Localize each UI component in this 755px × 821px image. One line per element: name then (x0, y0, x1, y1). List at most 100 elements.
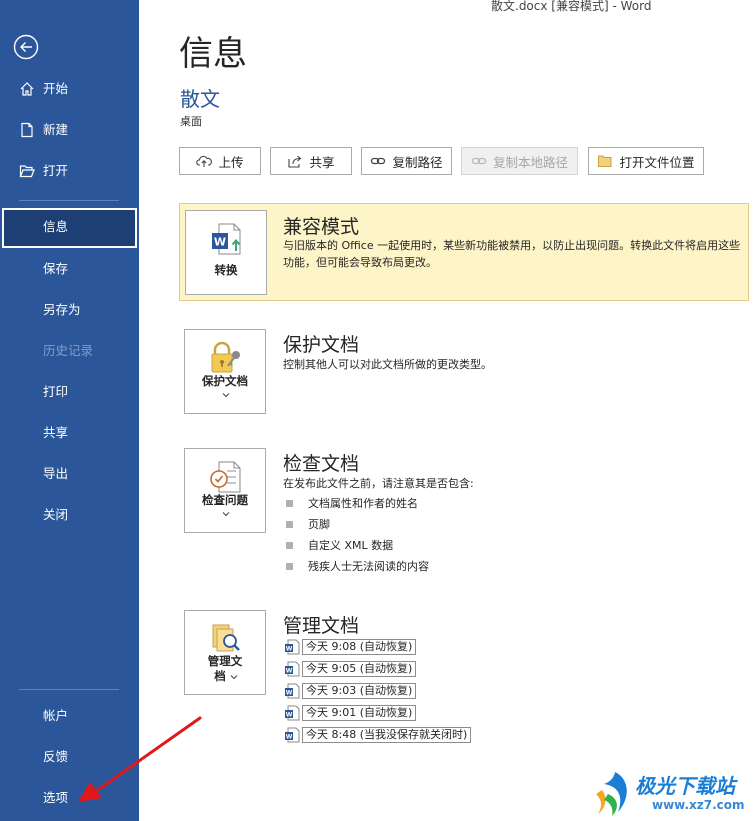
manage-document-button[interactable]: 管理文 档 (184, 610, 266, 695)
share-button[interactable]: 共享 (270, 147, 352, 175)
inspect-item: 文档属性和作者的姓名 (308, 497, 418, 510)
link-icon (371, 157, 386, 165)
sidebar-item-home[interactable]: 开始 (0, 70, 139, 108)
sidebar-item-print[interactable]: 打印 (0, 373, 139, 411)
document-name: 散文 (180, 87, 220, 111)
inspect-description: 在发布此文件之前，请注意其是否包含: (283, 477, 474, 490)
word-document-icon: W (285, 639, 300, 655)
protect-document-label: 保护文档 (202, 374, 248, 388)
sidebar-item-label: 打印 (43, 384, 69, 399)
protect-title: 保护文档 (283, 334, 360, 356)
share-icon (288, 155, 302, 168)
version-item[interactable]: W 今天 8:48 (当我没保存就关闭时) (284, 726, 472, 744)
sidebar-item-open[interactable]: 打开 (0, 152, 139, 190)
compatibility-description: 与旧版本的 Office 一起使用时，某些新功能被禁用，以防止出现问题。转换此文… (283, 239, 741, 269)
word-document-icon: W (285, 727, 300, 743)
copy-path-label: 复制路径 (392, 154, 443, 170)
annotation-arrow (78, 716, 202, 802)
convert-button[interactable]: W 转换 (185, 210, 267, 295)
protect-description: 控制其他人可以对此文档所做的更改类型。 (283, 358, 492, 371)
version-item[interactable]: W 今天 9:08 (自动恢复) (284, 638, 417, 656)
sidebar-item-label: 反馈 (43, 749, 69, 764)
copy-path-button[interactable]: 复制路径 (361, 147, 452, 175)
bullet (286, 500, 293, 507)
version-item[interactable]: W 今天 9:03 (自动恢复) (284, 682, 417, 700)
sidebar-item-info[interactable]: 信息 (2, 208, 137, 248)
copy-local-path-button: 复制本地路径 (461, 147, 578, 175)
sidebar-item-label: 另存为 (43, 302, 81, 317)
backstage-sidebar: 开始 新建 打开 信息 保存 另存为 历史记录 打印 共享 导出 关闭 帐户 反… (0, 0, 139, 821)
sidebar-item-history: 历史记录 (0, 332, 139, 370)
version-label: 今天 9:01 (自动恢复) (302, 705, 417, 721)
manage-document-label-line1: 管理文 (207, 654, 243, 668)
inspect-item: 自定义 XML 数据 (308, 539, 394, 552)
chevron-down-icon (222, 393, 230, 398)
sidebar-item-label: 选项 (43, 790, 69, 805)
compatibility-title: 兼容模式 (283, 216, 360, 238)
page-title: 信息 (179, 34, 247, 74)
watermark-url: www.xz7.com (652, 798, 745, 812)
svg-text:W: W (286, 734, 293, 741)
upload-button[interactable]: 上传 (179, 147, 261, 175)
watermark-logo: 极光下载站 www.xz7.com (590, 766, 750, 820)
version-label: 今天 8:48 (当我没保存就关闭时) (302, 727, 472, 743)
manage-title: 管理文档 (283, 615, 360, 637)
version-label: 今天 9:03 (自动恢复) (302, 683, 417, 699)
check-for-issues-button[interactable]: 检查问题 (184, 448, 266, 533)
sidebar-item-label: 信息 (43, 219, 69, 234)
svg-text:W: W (286, 690, 293, 697)
chevron-down-icon (222, 512, 230, 517)
cloud-upload-icon (196, 155, 213, 167)
watermark-title: 极光下载站 (635, 774, 735, 798)
sidebar-item-label: 共享 (43, 425, 69, 440)
sidebar-item-label: 关闭 (43, 507, 69, 522)
folder-icon (598, 155, 612, 167)
svg-text:W: W (286, 668, 293, 675)
manage-versions-icon (212, 624, 240, 652)
svg-text:W: W (286, 712, 293, 719)
sidebar-item-label: 帐户 (43, 708, 69, 723)
upload-label: 上传 (218, 154, 244, 170)
sidebar-item-share[interactable]: 共享 (0, 414, 139, 452)
share-label: 共享 (309, 154, 335, 170)
sidebar-item-save[interactable]: 保存 (0, 250, 139, 288)
bullet (286, 563, 293, 570)
inspect-item: 残疾人士无法阅读的内容 (308, 560, 429, 573)
check-for-issues-label: 检查问题 (202, 493, 248, 507)
document-location: 桌面 (180, 115, 202, 128)
sidebar-item-save-as[interactable]: 另存为 (0, 291, 139, 329)
convert-label: 转换 (214, 263, 238, 277)
word-document-icon: W (285, 661, 300, 677)
copy-local-path-label: 复制本地路径 (492, 154, 568, 170)
chevron-down-icon (230, 675, 238, 680)
version-label: 今天 9:05 (自动恢复) (302, 661, 417, 677)
window-title: 散文.docx [兼容模式] - Word (491, 0, 652, 13)
protect-document-button[interactable]: 保护文档 (184, 329, 266, 414)
folder-open-icon (19, 165, 35, 178)
inspect-document-icon (210, 461, 241, 493)
sidebar-item-label: 新建 (43, 122, 69, 137)
sidebar-divider (19, 689, 119, 690)
inspect-item: 页脚 (308, 518, 330, 531)
back-arrow-icon[interactable] (13, 34, 39, 60)
sidebar-item-export[interactable]: 导出 (0, 455, 139, 493)
word-convert-icon: W (212, 223, 241, 255)
sidebar-divider (19, 200, 119, 201)
manage-document-label-line2: 档 (214, 669, 226, 683)
svg-text:W: W (214, 236, 226, 249)
bullet (286, 521, 293, 528)
sidebar-item-new[interactable]: 新建 (0, 111, 139, 149)
word-document-icon: W (285, 705, 300, 721)
sidebar-item-close[interactable]: 关闭 (0, 496, 139, 534)
lock-key-icon (211, 341, 240, 373)
open-file-location-button[interactable]: 打开文件位置 (588, 147, 704, 175)
sidebar-item-label: 导出 (43, 466, 69, 481)
sidebar-item-label: 打开 (43, 163, 69, 178)
home-icon (20, 82, 34, 96)
inspect-title: 检查文档 (283, 453, 360, 475)
version-item[interactable]: W 今天 9:05 (自动恢复) (284, 660, 417, 678)
version-label: 今天 9:08 (自动恢复) (302, 639, 417, 655)
sidebar-item-label: 保存 (43, 261, 69, 276)
version-item[interactable]: W 今天 9:01 (自动恢复) (284, 704, 417, 722)
link-icon (471, 157, 487, 165)
